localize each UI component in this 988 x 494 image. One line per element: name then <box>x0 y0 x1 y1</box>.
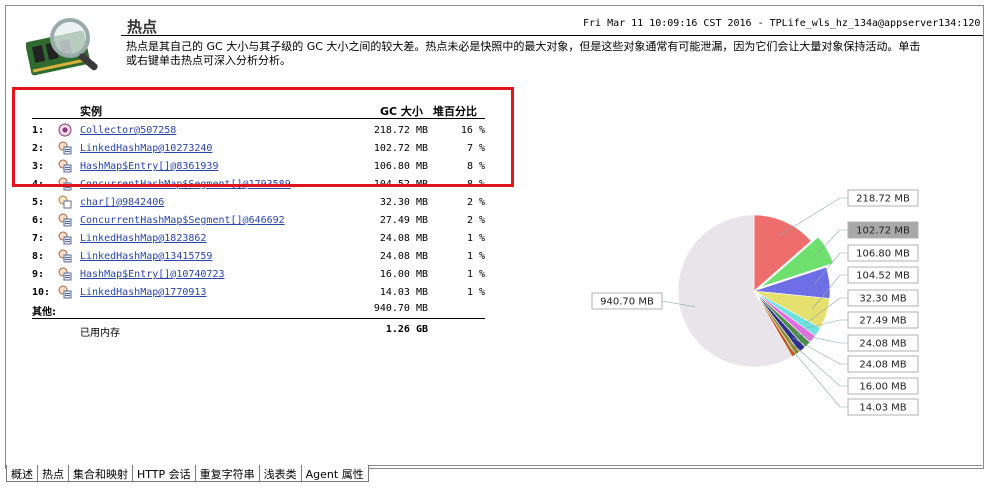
pie-label-text: 106.80 MB <box>856 249 910 260</box>
highlight-annotation-box <box>12 87 514 187</box>
pie-label: 24.08 MB <box>847 355 919 373</box>
hotspots-panel: 热点 Fri Mar 11 10:09:16 CST 2016 - TPLife… <box>5 5 984 469</box>
table-row: 5: char[]@9842406 32.30 MB 2 % <box>28 194 488 212</box>
pie-label-text: 27.49 MB <box>859 316 906 327</box>
pie-label: 32.30 MB <box>847 289 919 307</box>
gc-size-value: 24.08 MB <box>379 233 428 244</box>
map-icon <box>58 231 72 245</box>
other-row: 其他: 940.70 MB <box>28 302 488 319</box>
gc-size-value: 27.49 MB <box>379 215 428 226</box>
array-icon <box>58 195 72 209</box>
pie-label: 24.08 MB <box>847 334 919 352</box>
other-size: 940.70 MB <box>373 303 428 314</box>
hotspot-pie-chart: 218.72 MB 102.72 MB 106.80 MB 104.52 MB 32.3… <box>591 189 919 416</box>
memory-magnifier-icon <box>26 18 98 76</box>
tab-6[interactable]: Agent 属性 <box>300 465 369 482</box>
table-row: 6: ConcurrentHashMap$Segment[]@646692 27.4… <box>28 212 488 230</box>
pie-label: 16.00 MB <box>847 377 919 395</box>
pie-label-text: 104.52 MB <box>856 271 910 282</box>
gc-size-value: 14.03 MB <box>379 287 428 298</box>
page-description: 热点是其自己的 GC 大小与其子级的 GC 大小之间的较大差。热点未必是快照中的… <box>126 40 921 67</box>
pie-label-text: 102.72 MB <box>856 226 910 237</box>
row-number: 10: <box>32 287 51 298</box>
pie-label-text: 32.30 MB <box>859 294 906 305</box>
instance-link[interactable]: HashMap$Entry[]@10740723 <box>80 269 225 280</box>
row-number: 7: <box>32 233 45 244</box>
tab-2[interactable]: 集合和映射 <box>68 465 133 482</box>
row-number: 9: <box>32 269 45 280</box>
page-title: 热点 <box>127 18 158 36</box>
used-memory-row: 已用内存 1.26 GB <box>28 320 488 339</box>
tab-4[interactable]: 重复字符串 <box>194 465 260 482</box>
row-number: 6: <box>32 215 45 226</box>
pie-label-text: 24.08 MB <box>859 360 906 371</box>
pie-label-text: 940.70 MB <box>600 297 654 308</box>
instance-link[interactable]: ConcurrentHashMap$Segment[]@646692 <box>80 215 285 226</box>
tab-1[interactable]: 热点 <box>37 465 69 482</box>
instance-link[interactable]: char[]@9842406 <box>80 197 164 208</box>
pie-label-text: 16.00 MB <box>859 382 906 393</box>
pie-label: 940.70 MB <box>591 292 663 310</box>
pie-label: 14.03 MB <box>847 398 919 416</box>
heap-pct-value: 1 % <box>466 251 485 262</box>
pie-label: 104.52 MB <box>847 266 919 284</box>
gc-size-value: 16.00 MB <box>379 269 428 280</box>
pie-label: 218.72 MB <box>847 189 919 207</box>
snapshot-info: Fri Mar 11 10:09:16 CST 2016 - TPLife_wl… <box>583 18 981 29</box>
heap-pct-value: 1 % <box>466 287 485 298</box>
table-row: 10: LinkedHashMap@1770913 14.03 MB 1 % <box>28 284 488 302</box>
pie-label: 106.80 MB <box>847 244 919 262</box>
heap-pct-value: 1 % <box>466 269 485 280</box>
pie-label-text: 24.08 MB <box>859 339 906 350</box>
heap-pct-value: 2 % <box>466 215 485 226</box>
used-memory-size: 1.26 GB <box>385 324 428 335</box>
table-row: 7: LinkedHashMap@1823862 24.08 MB 1 % <box>28 230 488 248</box>
used-memory-label: 已用内存 <box>80 328 120 339</box>
table-row: 8: LinkedHashMap@13415759 24.08 MB 1 % <box>28 248 488 266</box>
tab-3[interactable]: HTTP 会话 <box>132 465 196 482</box>
heap-pct-value: 1 % <box>466 233 485 244</box>
header-divider <box>121 35 983 36</box>
pie-label: 102.72 MB <box>847 221 919 239</box>
instance-link[interactable]: LinkedHashMap@13415759 <box>80 251 212 262</box>
tab-5[interactable]: 浅表类 <box>258 465 302 482</box>
map-icon <box>58 285 72 299</box>
pie-label-text: 218.72 MB <box>856 194 910 205</box>
row-number: 5: <box>32 197 45 208</box>
instance-link[interactable]: LinkedHashMap@1823862 <box>80 233 206 244</box>
row-number: 8: <box>32 251 45 262</box>
total-rule <box>32 318 485 319</box>
heap-pct-value: 2 % <box>466 197 485 208</box>
tab-strip: 概述 热点 集合和映射 HTTP 会话 重复字符串 浅表类 Agent 属性 <box>6 465 369 482</box>
map-icon <box>58 213 72 227</box>
table-row: 9: HashMap$Entry[]@10740723 16.00 MB 1 % <box>28 266 488 284</box>
other-label: 其他: <box>32 307 56 318</box>
gc-size-value: 32.30 MB <box>379 197 428 208</box>
tab-0[interactable]: 概述 <box>6 465 38 482</box>
map-icon <box>58 249 72 263</box>
instance-link[interactable]: LinkedHashMap@1770913 <box>80 287 206 298</box>
map-icon <box>58 267 72 281</box>
pie-label: 27.49 MB <box>847 311 919 329</box>
gc-size-value: 24.08 MB <box>379 251 428 262</box>
pie-label-text: 14.03 MB <box>859 403 906 414</box>
